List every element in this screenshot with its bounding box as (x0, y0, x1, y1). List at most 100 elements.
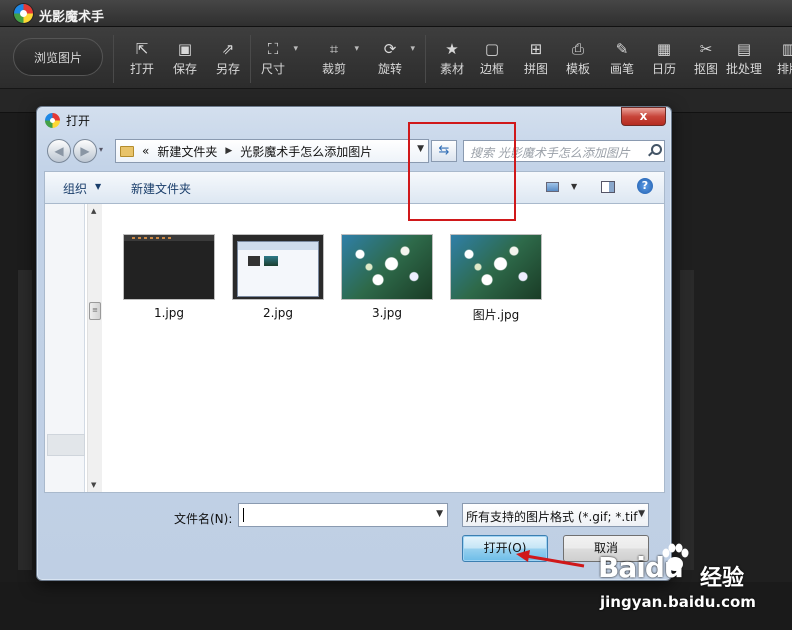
watermark-paw-icon (662, 543, 689, 571)
toolbar-save-button[interactable]: ▣ 保存 (166, 39, 204, 83)
dropdown-caret-icon[interactable]: ▾ (354, 44, 359, 54)
layout-icon: ▥ (781, 40, 792, 58)
folder-icon (120, 145, 134, 157)
dropdown-caret-icon[interactable]: ▾ (293, 44, 298, 54)
file-item[interactable]: 3.jpg (327, 234, 435, 326)
navigation-pane[interactable] (45, 204, 85, 492)
preview-pane-icon[interactable] (601, 181, 615, 193)
rotate-icon: ⟳ (383, 40, 397, 58)
scroll-up-icon[interactable]: ▲ (91, 207, 96, 215)
filename-input[interactable]: ▼ (238, 503, 448, 527)
toolbar-label: 裁剪 (321, 62, 346, 76)
calendar-icon: ▦ (656, 40, 672, 58)
filetype-dropdown-icon[interactable]: ▼ (638, 509, 645, 519)
toolbar-border-button[interactable]: ▢ 边框 (473, 39, 511, 83)
forward-button[interactable]: ▶ (73, 139, 97, 163)
address-bar[interactable]: « 新建文件夹 ▶ 光影魔术手怎么添加图片 ▼ (115, 139, 429, 163)
toolbar-cutout-button[interactable]: ✂ 抠图 (687, 39, 725, 83)
navigation-item[interactable] (47, 434, 85, 456)
search-icon[interactable] (648, 144, 662, 156)
main-toolbar: 浏览图片 ⇱ 打开 ▣ 保存 ⇗ 另存 ⛶ 尺寸 ▾ ⌗ 裁剪 ▾ ⟳ 旋转 ▾ ★ 素材 ▢ 边框 ⊞ 拼图 ⎙ 模板 ✎ 画… (0, 27, 792, 89)
toolbar-label: 尺寸 (260, 62, 285, 76)
organize-caret-icon[interactable]: ▼ (95, 182, 101, 191)
file-browser: ▲ ≡ ▼ 1.jpg 2.jpg 3.jpg 图片.jpg (44, 203, 665, 493)
batch-icon: ▤ (736, 40, 752, 58)
toolbar-material-button[interactable]: ★ 素材 (433, 39, 471, 83)
dialog-app-icon (45, 113, 60, 128)
cutout-icon: ✂ (699, 40, 713, 58)
save-as-icon: ⇗ (221, 40, 235, 58)
crop-icon: ⌗ (329, 40, 339, 58)
resize-icon: ⛶ (267, 40, 279, 58)
filename-dropdown-icon[interactable]: ▼ (436, 509, 443, 519)
file-name: 图片.jpg (472, 308, 520, 322)
watermark-url: jingyan.baidu.com (600, 593, 756, 611)
browse-images-button[interactable]: 浏览图片 (13, 38, 103, 76)
app-title-bar: 光影魔术手 (0, 0, 792, 27)
save-icon: ▣ (177, 40, 193, 58)
breadcrumb-separator-icon[interactable]: ▶ (225, 146, 232, 156)
toolbar-separator (113, 35, 114, 83)
filetype-value: 所有支持的图片格式 (*.gif; *.tif (466, 510, 638, 524)
app-logo-icon (14, 4, 33, 23)
brush-icon: ✎ (615, 40, 629, 58)
breadcrumb-current-folder[interactable]: 光影魔术手怎么添加图片 (240, 143, 372, 160)
toolbar-open-button[interactable]: ⇱ 打开 (123, 39, 161, 83)
dropdown-caret-icon[interactable]: ▾ (410, 44, 415, 54)
toolbar-brush-button[interactable]: ✎ 画笔 (603, 39, 641, 83)
collage-icon: ⊞ (529, 40, 543, 58)
toolbar-template-button[interactable]: ⎙ 模板 (559, 39, 597, 83)
breadcrumb-new-folder[interactable]: 新建文件夹 (157, 143, 217, 160)
selection-highlight (408, 122, 516, 221)
toolbar-save-as-button[interactable]: ⇗ 另存 (209, 39, 247, 83)
breadcrumb-history[interactable]: « (142, 144, 149, 158)
material-icon: ★ (445, 40, 459, 58)
workspace-panel-right (680, 270, 694, 570)
open-file-dialog: 打开 x ◀ ▶ ▾ « 新建文件夹 ▶ 光影魔术手怎么添加图片 ▼ ⇆ 搜索 … (36, 106, 672, 581)
toolbar-collage-button[interactable]: ⊞ 拼图 (517, 39, 555, 83)
nav-scrollbar[interactable]: ▲ ≡ ▼ (87, 204, 102, 492)
toolbar-layout-button[interactable]: ▥ 排版 (770, 39, 792, 83)
text-caret (243, 508, 244, 522)
organize-button[interactable]: 组织 (63, 180, 87, 197)
toolbar-label: 模板 (565, 62, 590, 76)
toolbar-rotate-button[interactable]: ⟳ 旋转 ▾ (371, 39, 415, 83)
dialog-title: 打开 (66, 114, 91, 128)
toolbar-label: 拼图 (523, 62, 548, 76)
pointer-arrow-annotation (516, 550, 585, 568)
history-dropdown-icon[interactable]: ▾ (99, 145, 103, 154)
toolbar-label: 批处理 (725, 62, 762, 76)
close-button[interactable]: x (621, 107, 666, 126)
file-item-selected[interactable]: 图片.jpg (436, 234, 544, 326)
toolbar-label: 保存 (172, 62, 197, 76)
border-icon: ▢ (484, 40, 500, 58)
scroll-thumb[interactable]: ≡ (89, 302, 101, 320)
toolbar-resize-button[interactable]: ⛶ 尺寸 ▾ (254, 39, 298, 83)
command-bar: 组织 ▼ 新建文件夹 ▼ ? (44, 171, 665, 203)
new-folder-button[interactable]: 新建文件夹 (131, 180, 191, 197)
help-icon[interactable]: ? (637, 178, 653, 194)
file-name: 3.jpg (371, 306, 403, 320)
file-item[interactable]: 1.jpg (109, 234, 217, 326)
workspace-panel-left (18, 270, 32, 570)
view-mode-caret-icon[interactable]: ▼ (571, 182, 577, 191)
toolbar-label: 排版 (776, 62, 792, 76)
toolbar-label: 另存 (215, 62, 240, 76)
toolbar-label: 素材 (439, 62, 464, 76)
toolbar-label: 画笔 (609, 62, 634, 76)
toolbar-label: 边框 (479, 62, 504, 76)
back-button[interactable]: ◀ (47, 139, 71, 163)
file-item[interactable]: 2.jpg (218, 234, 326, 326)
file-thumbnail (232, 234, 324, 300)
toolbar-label: 旋转 (377, 62, 402, 76)
app-title: 光影魔术手 (39, 10, 105, 25)
toolbar-batch-button[interactable]: ▤ 批处理 (725, 39, 763, 83)
toolbar-label: 日历 (651, 62, 676, 76)
filetype-select[interactable]: 所有支持的图片格式 (*.gif; *.tif ▼ (462, 503, 649, 527)
toolbar-label: 打开 (129, 62, 154, 76)
toolbar-calendar-button[interactable]: ▦ 日历 (645, 39, 683, 83)
toolbar-label: 抠图 (693, 62, 718, 76)
view-mode-icon[interactable] (546, 182, 559, 192)
scroll-down-icon[interactable]: ▼ (91, 481, 96, 489)
toolbar-crop-button[interactable]: ⌗ 裁剪 ▾ (315, 39, 359, 83)
